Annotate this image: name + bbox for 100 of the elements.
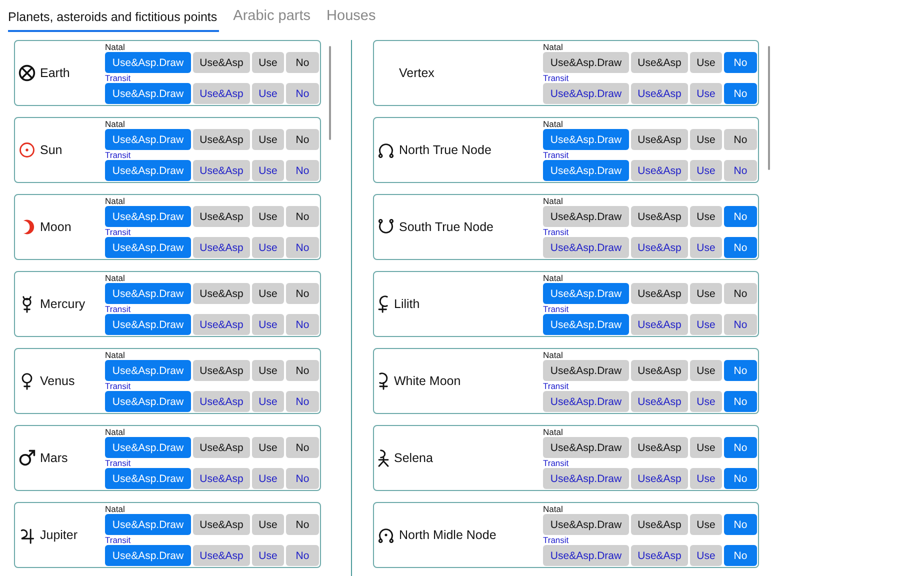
option-button[interactable]: Use&Asp <box>631 391 688 412</box>
option-button[interactable]: Use&Asp <box>631 160 688 181</box>
option-button[interactable]: Use&Asp.Draw <box>543 129 629 150</box>
option-button[interactable]: No <box>286 360 319 381</box>
option-button[interactable]: Use&Asp.Draw <box>105 314 191 335</box>
option-button[interactable]: Use <box>690 283 722 304</box>
option-button[interactable]: Use <box>252 52 284 73</box>
option-button[interactable]: Use&Asp.Draw <box>105 160 191 181</box>
option-button[interactable]: Use&Asp.Draw <box>105 545 191 566</box>
option-button[interactable]: Use <box>252 314 284 335</box>
option-button[interactable]: Use <box>252 468 284 489</box>
option-button[interactable]: No <box>286 160 319 181</box>
option-button[interactable]: Use <box>690 545 722 566</box>
option-button[interactable]: Use <box>252 437 284 458</box>
option-button[interactable]: Use&Asp.Draw <box>543 283 629 304</box>
option-button[interactable]: Use <box>252 83 284 104</box>
option-button[interactable]: Use&Asp <box>193 437 250 458</box>
option-button[interactable]: Use&Asp <box>631 52 688 73</box>
option-button[interactable]: Use&Asp <box>193 237 250 258</box>
option-button[interactable]: No <box>724 206 757 227</box>
option-button[interactable]: No <box>724 314 757 335</box>
option-button[interactable]: No <box>286 468 319 489</box>
option-button[interactable]: Use&Asp <box>631 314 688 335</box>
option-button[interactable]: No <box>724 52 757 73</box>
option-button[interactable]: Use&Asp <box>193 129 250 150</box>
option-button[interactable]: No <box>724 283 757 304</box>
option-button[interactable]: Use <box>690 206 722 227</box>
option-button[interactable]: Use&Asp.Draw <box>543 514 629 535</box>
option-button[interactable]: Use <box>690 52 722 73</box>
option-button[interactable]: Use&Asp <box>193 83 250 104</box>
option-button[interactable]: No <box>286 206 319 227</box>
option-button[interactable]: Use <box>252 129 284 150</box>
option-button[interactable]: No <box>724 545 757 566</box>
option-button[interactable]: Use&Asp <box>193 52 250 73</box>
option-button[interactable]: Use <box>252 391 284 412</box>
option-button[interactable]: Use&Asp.Draw <box>543 160 629 181</box>
option-button[interactable]: No <box>724 437 757 458</box>
option-button[interactable]: Use <box>252 360 284 381</box>
option-button[interactable]: Use&Asp.Draw <box>105 514 191 535</box>
option-button[interactable]: Use&Asp <box>193 468 250 489</box>
option-button[interactable]: Use <box>252 283 284 304</box>
tab[interactable]: Planets, asteroids and fictitious points <box>8 10 220 32</box>
option-button[interactable]: Use&Asp <box>193 391 250 412</box>
option-button[interactable]: Use <box>690 160 722 181</box>
option-button[interactable]: Use&Asp <box>631 468 688 489</box>
option-button[interactable]: Use&Asp <box>193 545 250 566</box>
option-button[interactable]: No <box>286 283 319 304</box>
option-button[interactable]: Use&Asp <box>631 437 688 458</box>
option-button[interactable]: No <box>286 129 319 150</box>
option-button[interactable]: Use <box>252 237 284 258</box>
option-button[interactable]: No <box>724 237 757 258</box>
option-button[interactable]: No <box>286 391 319 412</box>
option-button[interactable]: Use&Asp <box>193 206 250 227</box>
option-button[interactable]: Use&Asp.Draw <box>105 206 191 227</box>
option-button[interactable]: Use&Asp.Draw <box>105 468 191 489</box>
option-button[interactable]: Use&Asp <box>193 283 250 304</box>
option-button[interactable]: Use <box>252 160 284 181</box>
option-button[interactable]: No <box>724 83 757 104</box>
option-button[interactable]: Use&Asp <box>631 83 688 104</box>
scrollbar[interactable] <box>768 46 770 170</box>
option-button[interactable]: Use&Asp.Draw <box>543 468 629 489</box>
option-button[interactable]: Use <box>690 514 722 535</box>
option-button[interactable]: No <box>724 514 757 535</box>
option-button[interactable]: Use&Asp.Draw <box>105 83 191 104</box>
option-button[interactable]: Use&Asp <box>631 237 688 258</box>
option-button[interactable]: Use&Asp.Draw <box>105 52 191 73</box>
option-button[interactable]: Use&Asp <box>193 314 250 335</box>
option-button[interactable]: Use&Asp.Draw <box>105 391 191 412</box>
option-button[interactable]: Use <box>690 391 722 412</box>
option-button[interactable]: Use&Asp.Draw <box>543 360 629 381</box>
option-button[interactable]: Use <box>252 206 284 227</box>
option-button[interactable]: No <box>724 129 757 150</box>
option-button[interactable]: Use&Asp <box>193 360 250 381</box>
tab[interactable]: Houses <box>326 8 378 32</box>
option-button[interactable]: Use&Asp <box>631 206 688 227</box>
option-button[interactable]: Use&Asp.Draw <box>543 391 629 412</box>
option-button[interactable]: Use&Asp <box>631 283 688 304</box>
option-button[interactable]: No <box>286 314 319 335</box>
scrollbar[interactable] <box>329 46 331 140</box>
option-button[interactable]: Use <box>690 314 722 335</box>
option-button[interactable]: Use&Asp.Draw <box>543 314 629 335</box>
option-button[interactable]: No <box>724 391 757 412</box>
option-button[interactable]: No <box>286 545 319 566</box>
option-button[interactable]: Use <box>690 468 722 489</box>
option-button[interactable]: Use <box>690 83 722 104</box>
option-button[interactable]: Use&Asp.Draw <box>105 360 191 381</box>
option-button[interactable]: Use&Asp.Draw <box>105 283 191 304</box>
option-button[interactable]: Use&Asp.Draw <box>105 129 191 150</box>
option-button[interactable]: Use <box>690 237 722 258</box>
option-button[interactable]: No <box>724 360 757 381</box>
option-button[interactable]: Use&Asp <box>193 160 250 181</box>
option-button[interactable]: Use&Asp.Draw <box>543 437 629 458</box>
option-button[interactable]: Use&Asp <box>193 514 250 535</box>
option-button[interactable]: Use <box>252 545 284 566</box>
option-button[interactable]: No <box>724 160 757 181</box>
option-button[interactable]: Use <box>252 514 284 535</box>
option-button[interactable]: Use <box>690 360 722 381</box>
option-button[interactable]: No <box>286 52 319 73</box>
option-button[interactable]: Use&Asp.Draw <box>543 83 629 104</box>
option-button[interactable]: Use <box>690 129 722 150</box>
